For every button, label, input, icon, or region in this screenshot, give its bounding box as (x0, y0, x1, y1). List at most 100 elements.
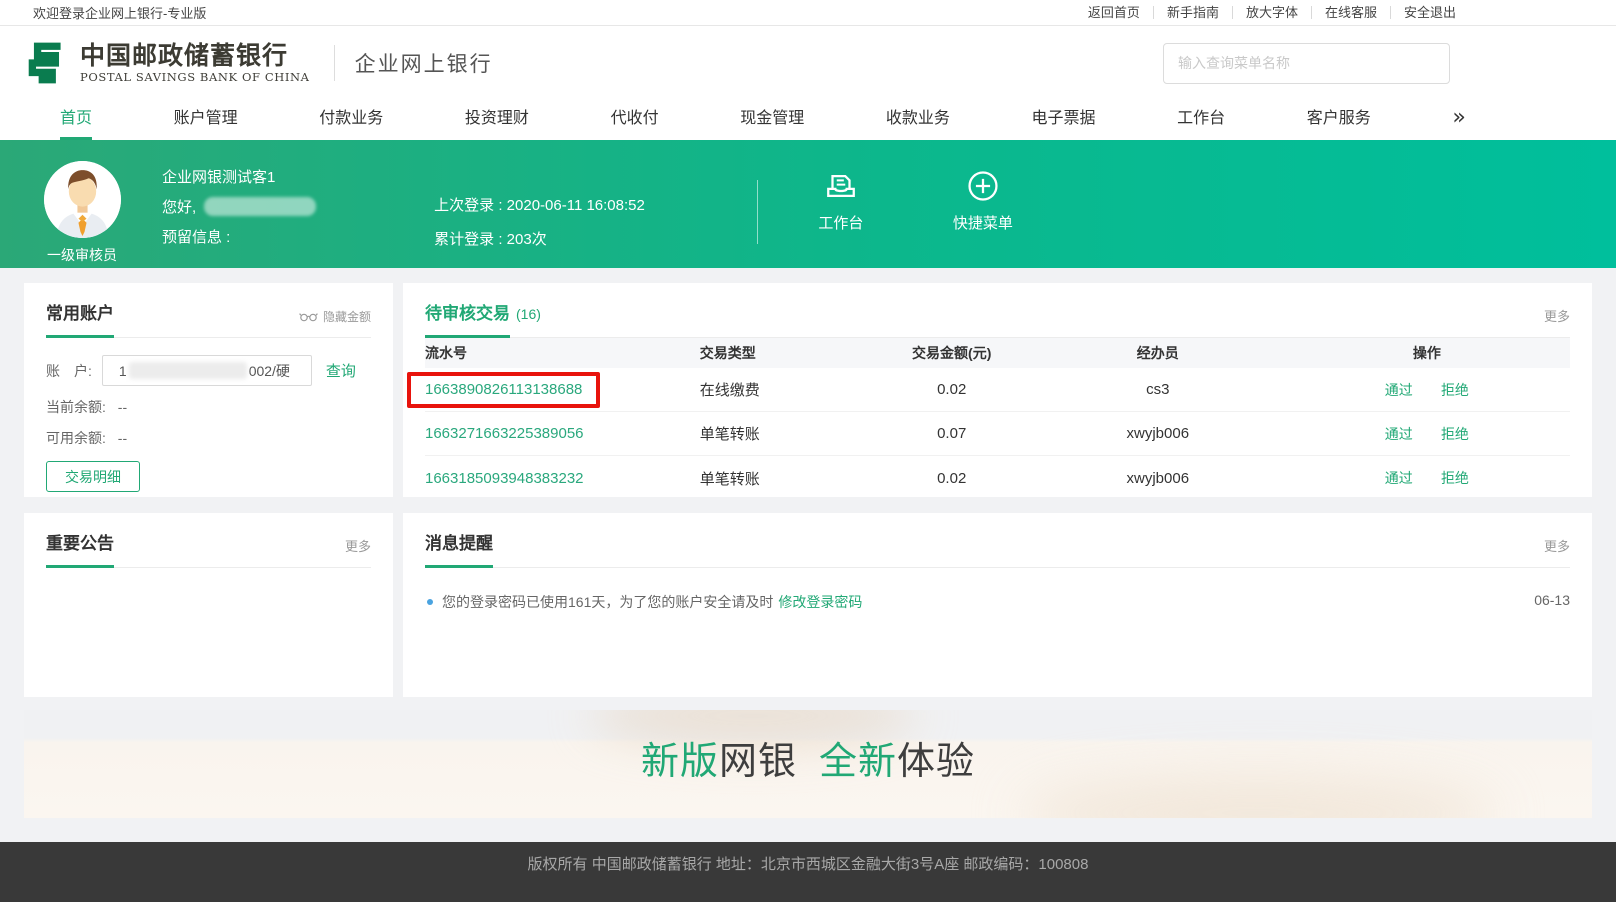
highlight-red-box: 1663890826113138688 (407, 372, 600, 408)
header-divider (334, 45, 335, 81)
account-number-suffix: 002/硬 (249, 361, 290, 381)
menu-search-input[interactable] (1178, 55, 1435, 71)
transaction-type: 单笔转账 (700, 468, 872, 489)
reject-link[interactable]: 拒绝 (1441, 382, 1469, 398)
promo-slogan: 新版网银全新体验 (24, 710, 1592, 814)
pending-more-link[interactable]: 更多 (1544, 306, 1570, 337)
menu-search-box[interactable] (1163, 43, 1450, 84)
nav-tab-cash-mgmt[interactable]: 现金管理 (740, 100, 804, 140)
message-text: 您的登录密码已使用161天，为了您的账户安全请及时 (442, 592, 773, 612)
account-select[interactable]: 1 002/硬 (102, 355, 312, 386)
pending-transactions-panel: 待审核交易 (16) 更多 流水号 交易类型 交易金额(元) 经办员 操作 16… (403, 283, 1592, 497)
transaction-amount: 0.07 (872, 425, 1032, 442)
promo-part3: 全新 (819, 741, 897, 783)
col-operation: 操作 (1284, 343, 1570, 363)
nav-tab-workbench[interactable]: 工作台 (1177, 100, 1225, 140)
message-reminder-title: 消息提醒 (425, 529, 493, 568)
approve-link[interactable]: 通过 (1385, 470, 1413, 486)
nav-tab-home[interactable]: 首页 (60, 100, 92, 140)
col-amount: 交易金额(元) (872, 343, 1032, 363)
link-safe-logout[interactable]: 安全退出 (1391, 6, 1456, 19)
hide-amount-link[interactable]: 隐藏金额 (299, 308, 371, 337)
plus-circle-icon (965, 169, 1001, 203)
header: 中国邮政储蓄银行 POSTAL SAVINGS BANK OF CHINA 企业… (0, 26, 1616, 100)
promo-part1: 新版 (641, 741, 719, 783)
frequent-accounts-title: 常用账户 (46, 299, 114, 338)
nav-tab-ebill[interactable]: 电子票据 (1031, 100, 1095, 140)
transaction-operator: xwyjb006 (1032, 425, 1284, 442)
user-role-label: 一级审核员 (47, 245, 117, 265)
pending-count-badge: (16) (516, 306, 541, 333)
nav-tab-payment[interactable]: 付款业务 (319, 100, 383, 140)
user-banner: 一级审核员 企业网银测试客1 您好, 预留信息 : 上次登录 : 2020-06… (0, 140, 1616, 268)
table-row: 1663271663225389056 单笔转账 0.07 xwyjb006 通… (425, 412, 1570, 456)
promo-part2: 网银 (719, 741, 797, 783)
logo-text: 中国邮政储蓄银行 POSTAL SAVINGS BANK OF CHINA (80, 42, 310, 84)
bank-name-en: POSTAL SAVINGS BANK OF CHINA (80, 70, 310, 84)
change-password-link[interactable]: 修改登录密码 (778, 592, 862, 612)
approve-link[interactable]: 通过 (1385, 382, 1413, 398)
link-online-service[interactable]: 在线客服 (1312, 6, 1391, 19)
nav-tab-customer-service[interactable]: 客户服务 (1307, 100, 1371, 140)
workbench-button[interactable]: 工作台 (782, 140, 900, 268)
user-info: 企业网银测试客1 您好, 预留信息 : (162, 140, 316, 268)
transaction-detail-button[interactable]: 交易明细 (46, 461, 140, 492)
login-stats: 上次登录 : 2020-06-11 16:08:52 累计登录 : 203次 (434, 140, 645, 268)
query-link[interactable]: 查询 (326, 360, 356, 381)
nav-tab-receivables[interactable]: 收款业务 (886, 100, 950, 140)
avatar (44, 161, 121, 238)
avatar-block: 一级审核员 (26, 140, 138, 268)
announcements-more-link[interactable]: 更多 (345, 536, 371, 567)
double-chevron-right-icon[interactable]: » (1452, 100, 1465, 140)
transaction-type: 单笔转账 (700, 423, 872, 444)
col-type: 交易类型 (700, 343, 872, 363)
topbar: 欢迎登录企业网上银行-专业版 返回首页 新手指南 放大字体 在线客服 安全退出 (0, 0, 1616, 26)
current-balance-label: 当前余额: (46, 399, 106, 415)
last-login-text: 上次登录 : 2020-06-11 16:08:52 (434, 194, 645, 215)
col-serial: 流水号 (425, 343, 700, 363)
nav-tab-collection-payment[interactable]: 代收付 (611, 100, 659, 140)
serial-link[interactable]: 1663890826113138688 (425, 381, 582, 398)
bank-name-cn: 中国邮政储蓄银行 (80, 42, 310, 69)
welcome-text: 欢迎登录企业网上银行-专业版 (33, 3, 206, 22)
nav-tab-account-mgmt[interactable]: 账户管理 (174, 100, 238, 140)
promo-banner: 新版网银全新体验 (24, 710, 1592, 818)
account-label: 账 户: (46, 361, 92, 381)
transaction-operator: cs3 (1032, 381, 1284, 398)
main-nav: 首页 账户管理 付款业务 投资理财 代收付 现金管理 收款业务 电子票据 工作台… (0, 100, 1616, 140)
table-row: 1663185093948383232 单笔转账 0.02 xwyjb006 通… (425, 456, 1570, 500)
banner-divider (757, 180, 758, 244)
frequent-accounts-panel: 常用账户 隐藏金额 账 户: 1 002/硬 查询 (24, 283, 393, 497)
link-beginner-guide[interactable]: 新手指南 (1154, 6, 1233, 19)
footer: 版权所有 中国邮政储蓄银行 地址：北京市西城区金融大街3号A座 邮政编码：100… (0, 842, 1616, 902)
promo-part4: 体验 (897, 741, 975, 783)
message-reminder-panel: 消息提醒 更多 您的登录密码已使用161天，为了您的账户安全请及时 修改登录密码… (403, 513, 1592, 697)
pending-table-header: 流水号 交易类型 交易金额(元) 经办员 操作 (425, 338, 1570, 368)
table-row: 1663890826113138688 在线缴费 0.02 cs3 通过 拒绝 (425, 368, 1570, 412)
reject-link[interactable]: 拒绝 (1441, 470, 1469, 486)
messages-more-link[interactable]: 更多 (1544, 536, 1570, 567)
serial-link[interactable]: 1663271663225389056 (425, 425, 584, 442)
glasses-icon (299, 311, 318, 322)
message-date: 06-13 (1534, 592, 1570, 608)
topbar-links: 返回首页 新手指南 放大字体 在线客服 安全退出 (1075, 6, 1456, 19)
nav-tab-investment[interactable]: 投资理财 (465, 100, 529, 140)
link-return-home[interactable]: 返回首页 (1075, 6, 1154, 19)
main-content: 常用账户 隐藏金额 账 户: 1 002/硬 查询 (0, 268, 1616, 697)
portal-title: 企业网上银行 (355, 48, 493, 78)
reserved-info-label: 预留信息 : (162, 226, 316, 247)
link-enlarge-font[interactable]: 放大字体 (1233, 6, 1312, 19)
workbench-icon (823, 169, 859, 203)
avatar-person-icon (44, 161, 121, 238)
approve-link[interactable]: 通过 (1385, 426, 1413, 442)
workbench-label: 工作台 (782, 212, 900, 233)
serial-link[interactable]: 1663185093948383232 (425, 470, 584, 487)
redacted-username (204, 197, 316, 216)
transaction-amount: 0.02 (872, 381, 1032, 398)
redacted-account-number (129, 362, 247, 379)
available-balance-value: -- (118, 430, 127, 446)
available-balance-label: 可用余额: (46, 430, 106, 446)
current-balance-value: -- (118, 399, 127, 415)
quick-menu-button[interactable]: 快捷菜单 (924, 140, 1042, 268)
reject-link[interactable]: 拒绝 (1441, 426, 1469, 442)
